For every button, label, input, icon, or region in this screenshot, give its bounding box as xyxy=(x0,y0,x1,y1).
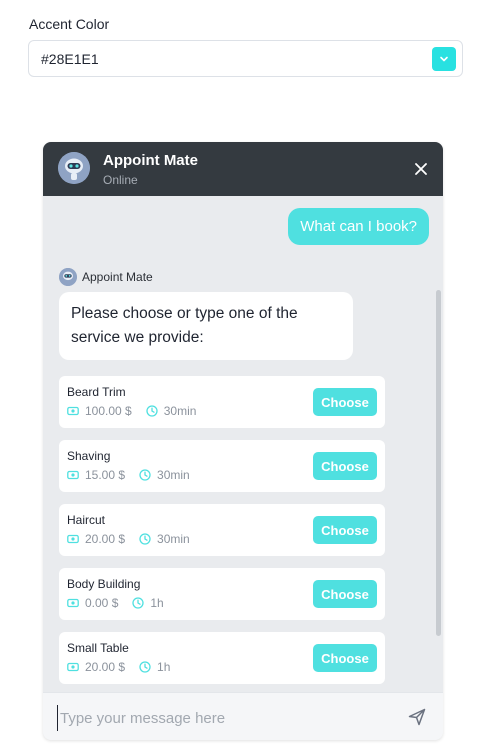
service-price: 20.00 $ xyxy=(85,660,126,674)
service-meta: 20.00 $ 30min xyxy=(67,532,190,546)
accent-color-value: #28E1E1 xyxy=(41,51,99,67)
service-card: Haircut 20.00 $ 30min Choose xyxy=(59,504,385,556)
accent-color-label: Accent Color xyxy=(29,16,110,32)
bot-avatar xyxy=(58,152,90,184)
scrollbar[interactable] xyxy=(436,290,441,636)
service-duration: 1h xyxy=(157,660,171,674)
clock-icon xyxy=(139,661,151,673)
choose-button[interactable]: Choose xyxy=(313,644,377,672)
service-card: Beard Trim 100.00 $ 30min Choose xyxy=(59,376,385,428)
money-icon xyxy=(67,469,79,481)
service-price: 100.00 $ xyxy=(85,404,132,418)
money-icon xyxy=(67,597,79,609)
clock-icon xyxy=(132,597,145,609)
dropdown-toggle[interactable] xyxy=(432,47,456,71)
service-card: Small Table 20.00 $ 1h Choose xyxy=(59,632,385,684)
accent-color-select[interactable]: #28E1E1 xyxy=(28,40,463,77)
robot-icon xyxy=(58,152,90,184)
service-duration: 30min xyxy=(163,404,197,418)
service-meta: 15.00 $ 30min xyxy=(67,468,190,482)
bot-message: Please choose or type one of the service… xyxy=(59,292,353,360)
choose-button[interactable]: Choose xyxy=(313,388,377,416)
service-price: 20.00 $ xyxy=(85,532,126,546)
bot-status: Online xyxy=(103,173,138,187)
service-duration: 30min xyxy=(157,532,190,546)
send-button[interactable] xyxy=(405,705,429,729)
money-icon xyxy=(67,661,79,673)
service-meta: 0.00 $ 1h xyxy=(67,596,164,610)
money-icon xyxy=(67,405,79,417)
service-meta: 20.00 $ 1h xyxy=(67,660,170,674)
service-duration: 1h xyxy=(150,596,164,610)
service-duration: 30min xyxy=(157,468,190,482)
money-icon xyxy=(67,533,79,545)
send-icon xyxy=(408,708,426,726)
service-card: Body Building 0.00 $ 1h Choose xyxy=(59,568,385,620)
clock-icon xyxy=(139,469,151,481)
close-icon xyxy=(415,163,427,175)
choose-button[interactable]: Choose xyxy=(313,452,377,480)
service-price: 0.00 $ xyxy=(85,596,119,610)
chat-header: Appoint Mate Online xyxy=(43,142,443,196)
service-meta: 100.00 $ 30min xyxy=(67,404,196,418)
bot-label-row: Appoint Mate xyxy=(59,268,153,286)
choose-button[interactable]: Choose xyxy=(313,516,377,544)
service-name: Beard Trim xyxy=(67,385,126,399)
robot-icon xyxy=(59,268,77,286)
bot-sender-name: Appoint Mate xyxy=(82,270,153,284)
choose-button[interactable]: Choose xyxy=(313,580,377,608)
message-input[interactable] xyxy=(57,705,382,731)
clock-icon xyxy=(146,405,158,417)
service-name: Haircut xyxy=(67,513,106,527)
bot-name: Appoint Mate xyxy=(103,152,198,169)
bot-avatar-small xyxy=(59,268,77,286)
chat-widget: Appoint Mate Online What can I book? App… xyxy=(43,142,443,740)
service-name: Shaving xyxy=(67,449,111,463)
service-name: Small Table xyxy=(67,641,129,655)
chevron-down-icon xyxy=(440,56,448,62)
message-input-bar xyxy=(43,692,443,740)
service-card: Shaving 15.00 $ 30min Choose xyxy=(59,440,385,492)
user-message: What can I book? xyxy=(288,208,429,245)
service-price: 15.00 $ xyxy=(85,468,126,482)
close-button[interactable] xyxy=(411,159,431,179)
clock-icon xyxy=(139,533,151,545)
service-name: Body Building xyxy=(67,577,141,591)
